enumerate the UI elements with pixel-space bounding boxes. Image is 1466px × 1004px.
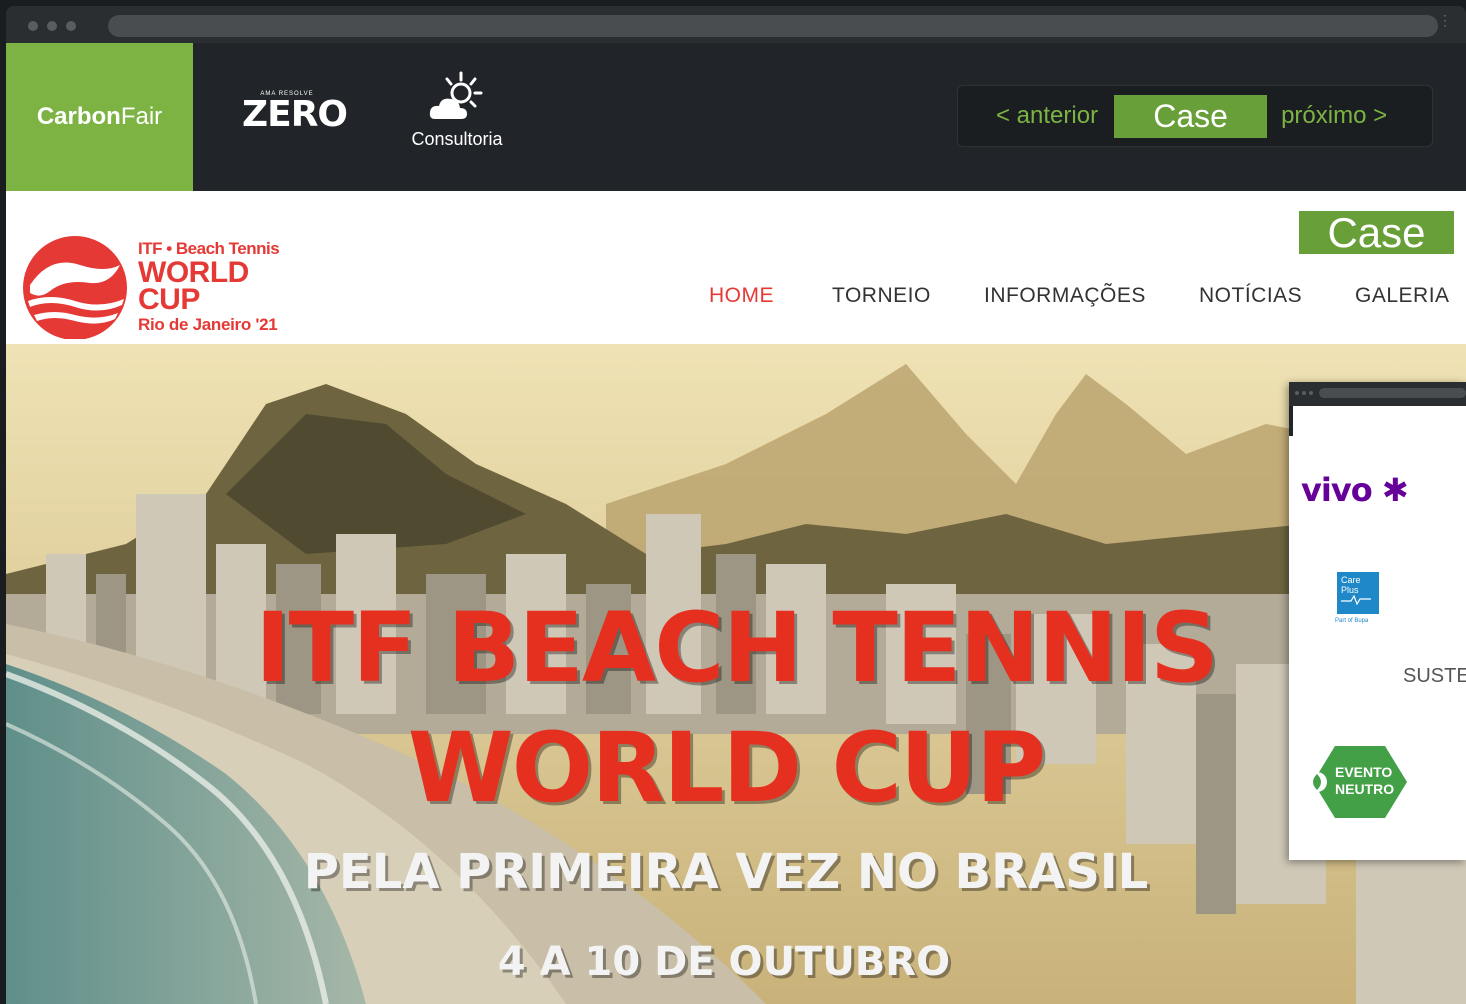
case-button[interactable]: Case [1114, 94, 1268, 138]
consultoria-link[interactable]: Consultoria [401, 71, 513, 150]
minimize-dot[interactable] [47, 21, 57, 31]
case-navigation: < anterior Case próximo > [957, 85, 1433, 147]
window-edge [1289, 406, 1293, 436]
hero-banner: ITF BEACH TENNIS WORLD CUP PELA PRIMEIRA… [6, 344, 1466, 1004]
consultoria-label: Consultoria [411, 129, 503, 149]
nav-home[interactable]: HOME [709, 284, 774, 308]
hero-dates: 4 A 10 DE OUTUBRO [497, 939, 951, 985]
neutro-label: NEUTRO [1335, 781, 1395, 797]
evento-neutro-logo[interactable]: EVENTO NEUTRO [1305, 744, 1407, 820]
browser-chrome: ⋮ [6, 6, 1466, 43]
brand-fair: Fair [120, 103, 163, 130]
nav-noticias[interactable]: NOTÍCIAS [1199, 284, 1302, 308]
address-bar[interactable] [108, 15, 1438, 37]
sponsors-address-bar[interactable] [1319, 388, 1466, 398]
logo-line1: WORLD [138, 256, 249, 289]
next-link[interactable]: próximo > [1281, 102, 1387, 130]
careplus-subtitle: Part of Bupa [1335, 618, 1369, 624]
world-cup-logo[interactable]: ITF • Beach Tennis WORLD CUP Rio de Jane… [20, 235, 320, 345]
brand-carbon: Carbon [36, 103, 121, 130]
carbonfair-logo[interactable]: Carbon Fair [6, 43, 193, 191]
previous-link[interactable]: < anterior [996, 102, 1098, 130]
zero-wordmark: ZERO [242, 94, 348, 135]
logo-text: ITF • Beach Tennis WORLD CUP Rio de Jane… [138, 239, 280, 335]
site-header: ITF • Beach Tennis WORLD CUP Rio de Jane… [6, 191, 1466, 344]
sponsors-window-controls[interactable] [1295, 391, 1313, 395]
evento-neutro-text: EVENTO NEUTRO [1335, 764, 1394, 798]
hero-title-line2: WORLD CUP [407, 712, 1046, 824]
maximize-dot[interactable] [66, 21, 76, 31]
hero-title-line1: ITF BEACH TENNIS [254, 592, 1219, 704]
wave-logo-icon [23, 236, 127, 340]
nav-informacoes[interactable]: INFORMAÇÕES [984, 284, 1146, 308]
nav-galeria[interactable]: GALERIA [1355, 284, 1450, 308]
careplus-logo[interactable]: Care Plus [1337, 572, 1379, 614]
vivo-logo[interactable]: vivo ✱ [1301, 471, 1409, 509]
zero-logo[interactable]: AMA RESOLVE ZERO [242, 91, 348, 141]
sustentabilidade-heading: SUSTE [1403, 665, 1466, 687]
sponsors-window-chrome [1289, 382, 1466, 406]
vivo-figure-icon: ✱ [1371, 471, 1409, 509]
heartbeat-icon [1341, 594, 1371, 606]
logo-location: Rio de Janeiro '21 [138, 315, 278, 334]
maximize-dot[interactable] [1309, 391, 1313, 395]
portfolio-header: Carbon Fair AMA RESOLVE ZERO Consultoria … [6, 43, 1466, 191]
vivo-wordmark: vivo [1301, 471, 1373, 509]
nav-torneio[interactable]: TORNEIO [832, 284, 931, 308]
window-controls[interactable] [28, 21, 76, 31]
kebab-menu-icon[interactable]: ⋮ [1438, 13, 1452, 27]
case-tag: Case [1299, 209, 1454, 256]
careplus-line1: Care [1341, 575, 1361, 585]
hero-subtitle: PELA PRIMEIRA VEZ NO BRASIL [303, 844, 1149, 900]
evento-label: EVENTO [1335, 764, 1393, 780]
minimize-dot[interactable] [1302, 391, 1306, 395]
close-dot[interactable] [28, 21, 38, 31]
sponsors-window: vivo ✱ Care Plus Part of Bupa SUSTE EVEN… [1289, 382, 1466, 860]
sun-cloud-icon [429, 71, 483, 119]
logo-line2: CUP [138, 283, 200, 316]
careplus-line2: Plus [1341, 585, 1359, 595]
close-dot[interactable] [1295, 391, 1299, 395]
